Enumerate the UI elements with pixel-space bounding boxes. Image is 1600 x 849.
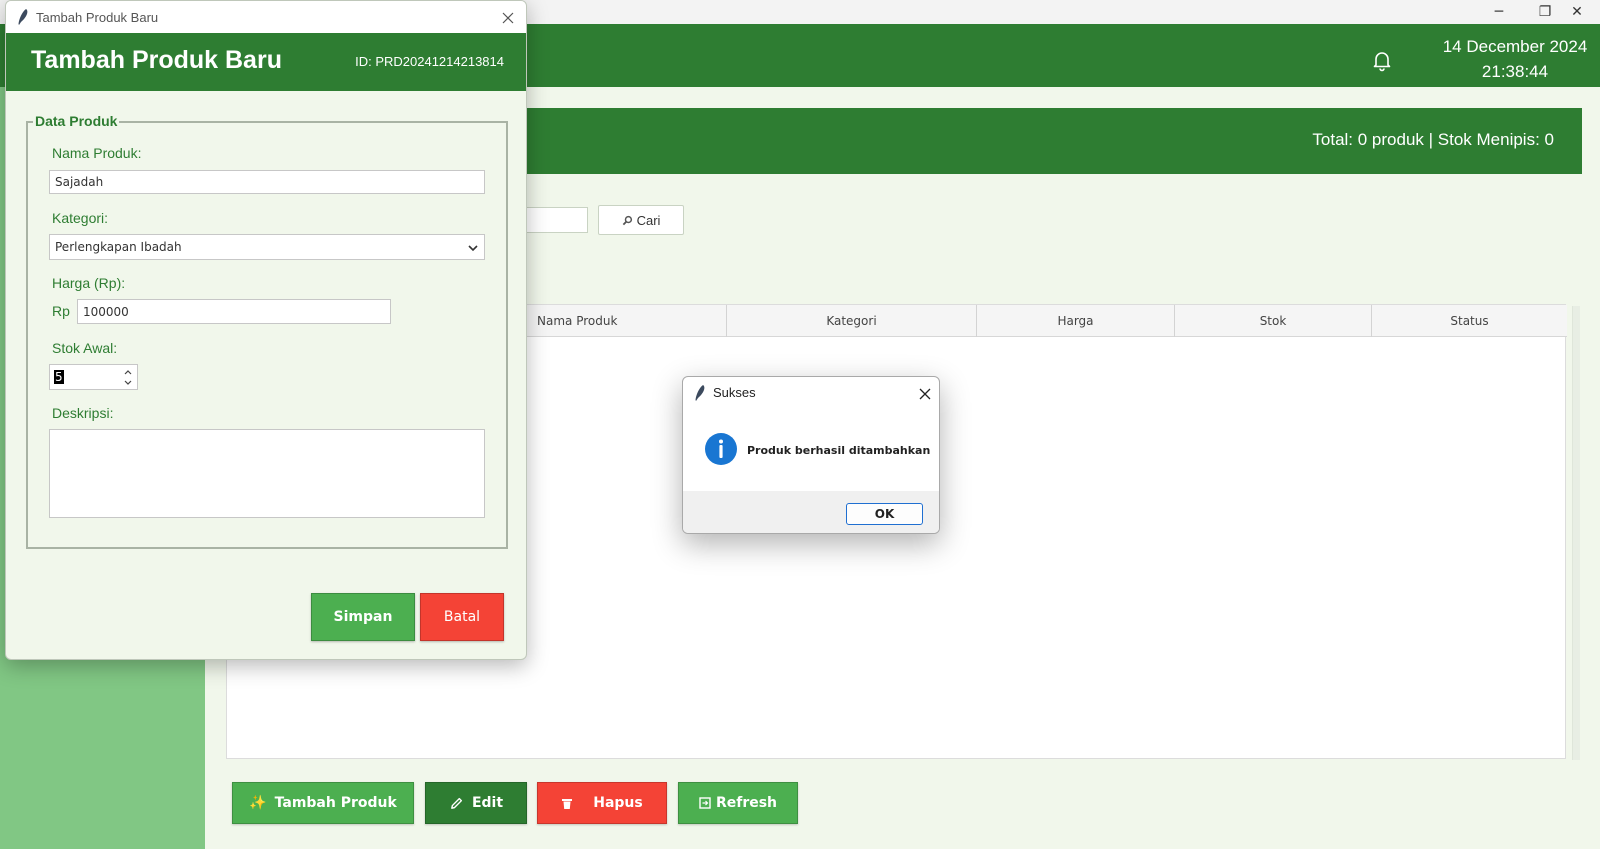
category-value: Perlengkapan Ibadah xyxy=(55,240,182,254)
column-header-stok[interactable]: Stok xyxy=(1175,305,1372,337)
message-close-icon[interactable] xyxy=(917,386,933,402)
search-button-label: Cari xyxy=(636,212,661,228)
spin-down-icon[interactable] xyxy=(123,379,133,387)
name-label: Nama Produk: xyxy=(52,145,142,161)
pencil-icon xyxy=(451,797,463,809)
column-header-kategori[interactable]: Kategori xyxy=(727,305,977,337)
close-button[interactable]: ✕ xyxy=(1554,0,1600,24)
stock-value: 5 xyxy=(54,370,64,384)
category-label: Kategori: xyxy=(52,210,109,226)
delete-label: Hapus xyxy=(593,795,643,811)
description-textarea[interactable] xyxy=(49,429,485,518)
datetime-display: 14 December 2024 21:38:44 xyxy=(1420,34,1600,84)
column-header-status[interactable]: Status xyxy=(1372,305,1567,337)
feather-icon xyxy=(18,9,28,25)
product-id: ID: PRD20241214213814 xyxy=(355,54,504,69)
cancel-button[interactable]: Batal xyxy=(420,593,504,641)
spin-up-icon[interactable] xyxy=(123,368,133,376)
table-scrollbar[interactable] xyxy=(1572,306,1580,760)
edit-button[interactable]: Edit xyxy=(425,782,527,824)
edit-label: Edit xyxy=(471,795,504,811)
column-header-harga[interactable]: Harga xyxy=(977,305,1175,337)
message-title: Sukses xyxy=(713,385,756,400)
info-icon xyxy=(705,433,737,465)
dialog-window-title: Tambah Produk Baru xyxy=(36,10,159,25)
sparkle-icon: ✨ xyxy=(249,795,267,811)
summary-text: Total: 0 produk | Stok Menipis: 0 xyxy=(1312,130,1554,149)
search-button[interactable]: Cari xyxy=(598,205,684,235)
refresh-icon xyxy=(699,797,711,809)
time-text: 21:38:44 xyxy=(1481,62,1549,81)
bell-icon[interactable] xyxy=(1370,48,1394,72)
dialog-titlebar: Tambah Produk Baru xyxy=(6,1,526,33)
stock-spinbox[interactable]: 5 xyxy=(49,364,138,390)
message-text: Produk berhasil ditambahkan xyxy=(747,444,931,457)
description-label: Deskripsi: xyxy=(52,405,114,421)
add-product-label: Tambah Produk xyxy=(274,795,397,811)
add-product-dialog: Tambah Produk Baru Tambah Produk Baru ID… xyxy=(5,0,527,660)
minimize-button[interactable]: ─ xyxy=(1476,0,1522,24)
add-product-button[interactable]: ✨ Tambah Produk xyxy=(232,782,414,824)
refresh-button[interactable]: Refresh xyxy=(678,782,798,824)
delete-button[interactable]: Hapus xyxy=(537,782,667,824)
price-label: Harga (Rp): xyxy=(52,275,126,291)
feather-icon xyxy=(695,385,705,401)
search-icon xyxy=(622,215,632,225)
stock-label: Stok Awal: xyxy=(52,340,118,356)
group-label: Data Produk xyxy=(33,113,120,129)
name-input[interactable]: Sajadah xyxy=(49,170,485,194)
category-select[interactable]: Perlengkapan Ibadah xyxy=(49,234,485,260)
ok-button[interactable]: OK xyxy=(846,503,923,525)
dialog-close-icon[interactable] xyxy=(500,10,516,26)
chevron-down-icon[interactable] xyxy=(466,241,480,255)
success-message-box: Sukses Produk berhasil ditambahkan OK xyxy=(682,376,940,534)
refresh-label: Refresh xyxy=(715,795,778,811)
price-prefix: Rp xyxy=(52,303,70,319)
save-button[interactable]: Simpan xyxy=(311,593,415,641)
dialog-title: Tambah Produk Baru xyxy=(31,46,282,74)
trash-icon xyxy=(562,798,573,809)
date-text: 14 December 2024 xyxy=(1442,37,1588,56)
dialog-header: Tambah Produk Baru ID: PRD20241214213814 xyxy=(6,33,526,91)
price-input[interactable]: 100000 xyxy=(77,299,391,324)
